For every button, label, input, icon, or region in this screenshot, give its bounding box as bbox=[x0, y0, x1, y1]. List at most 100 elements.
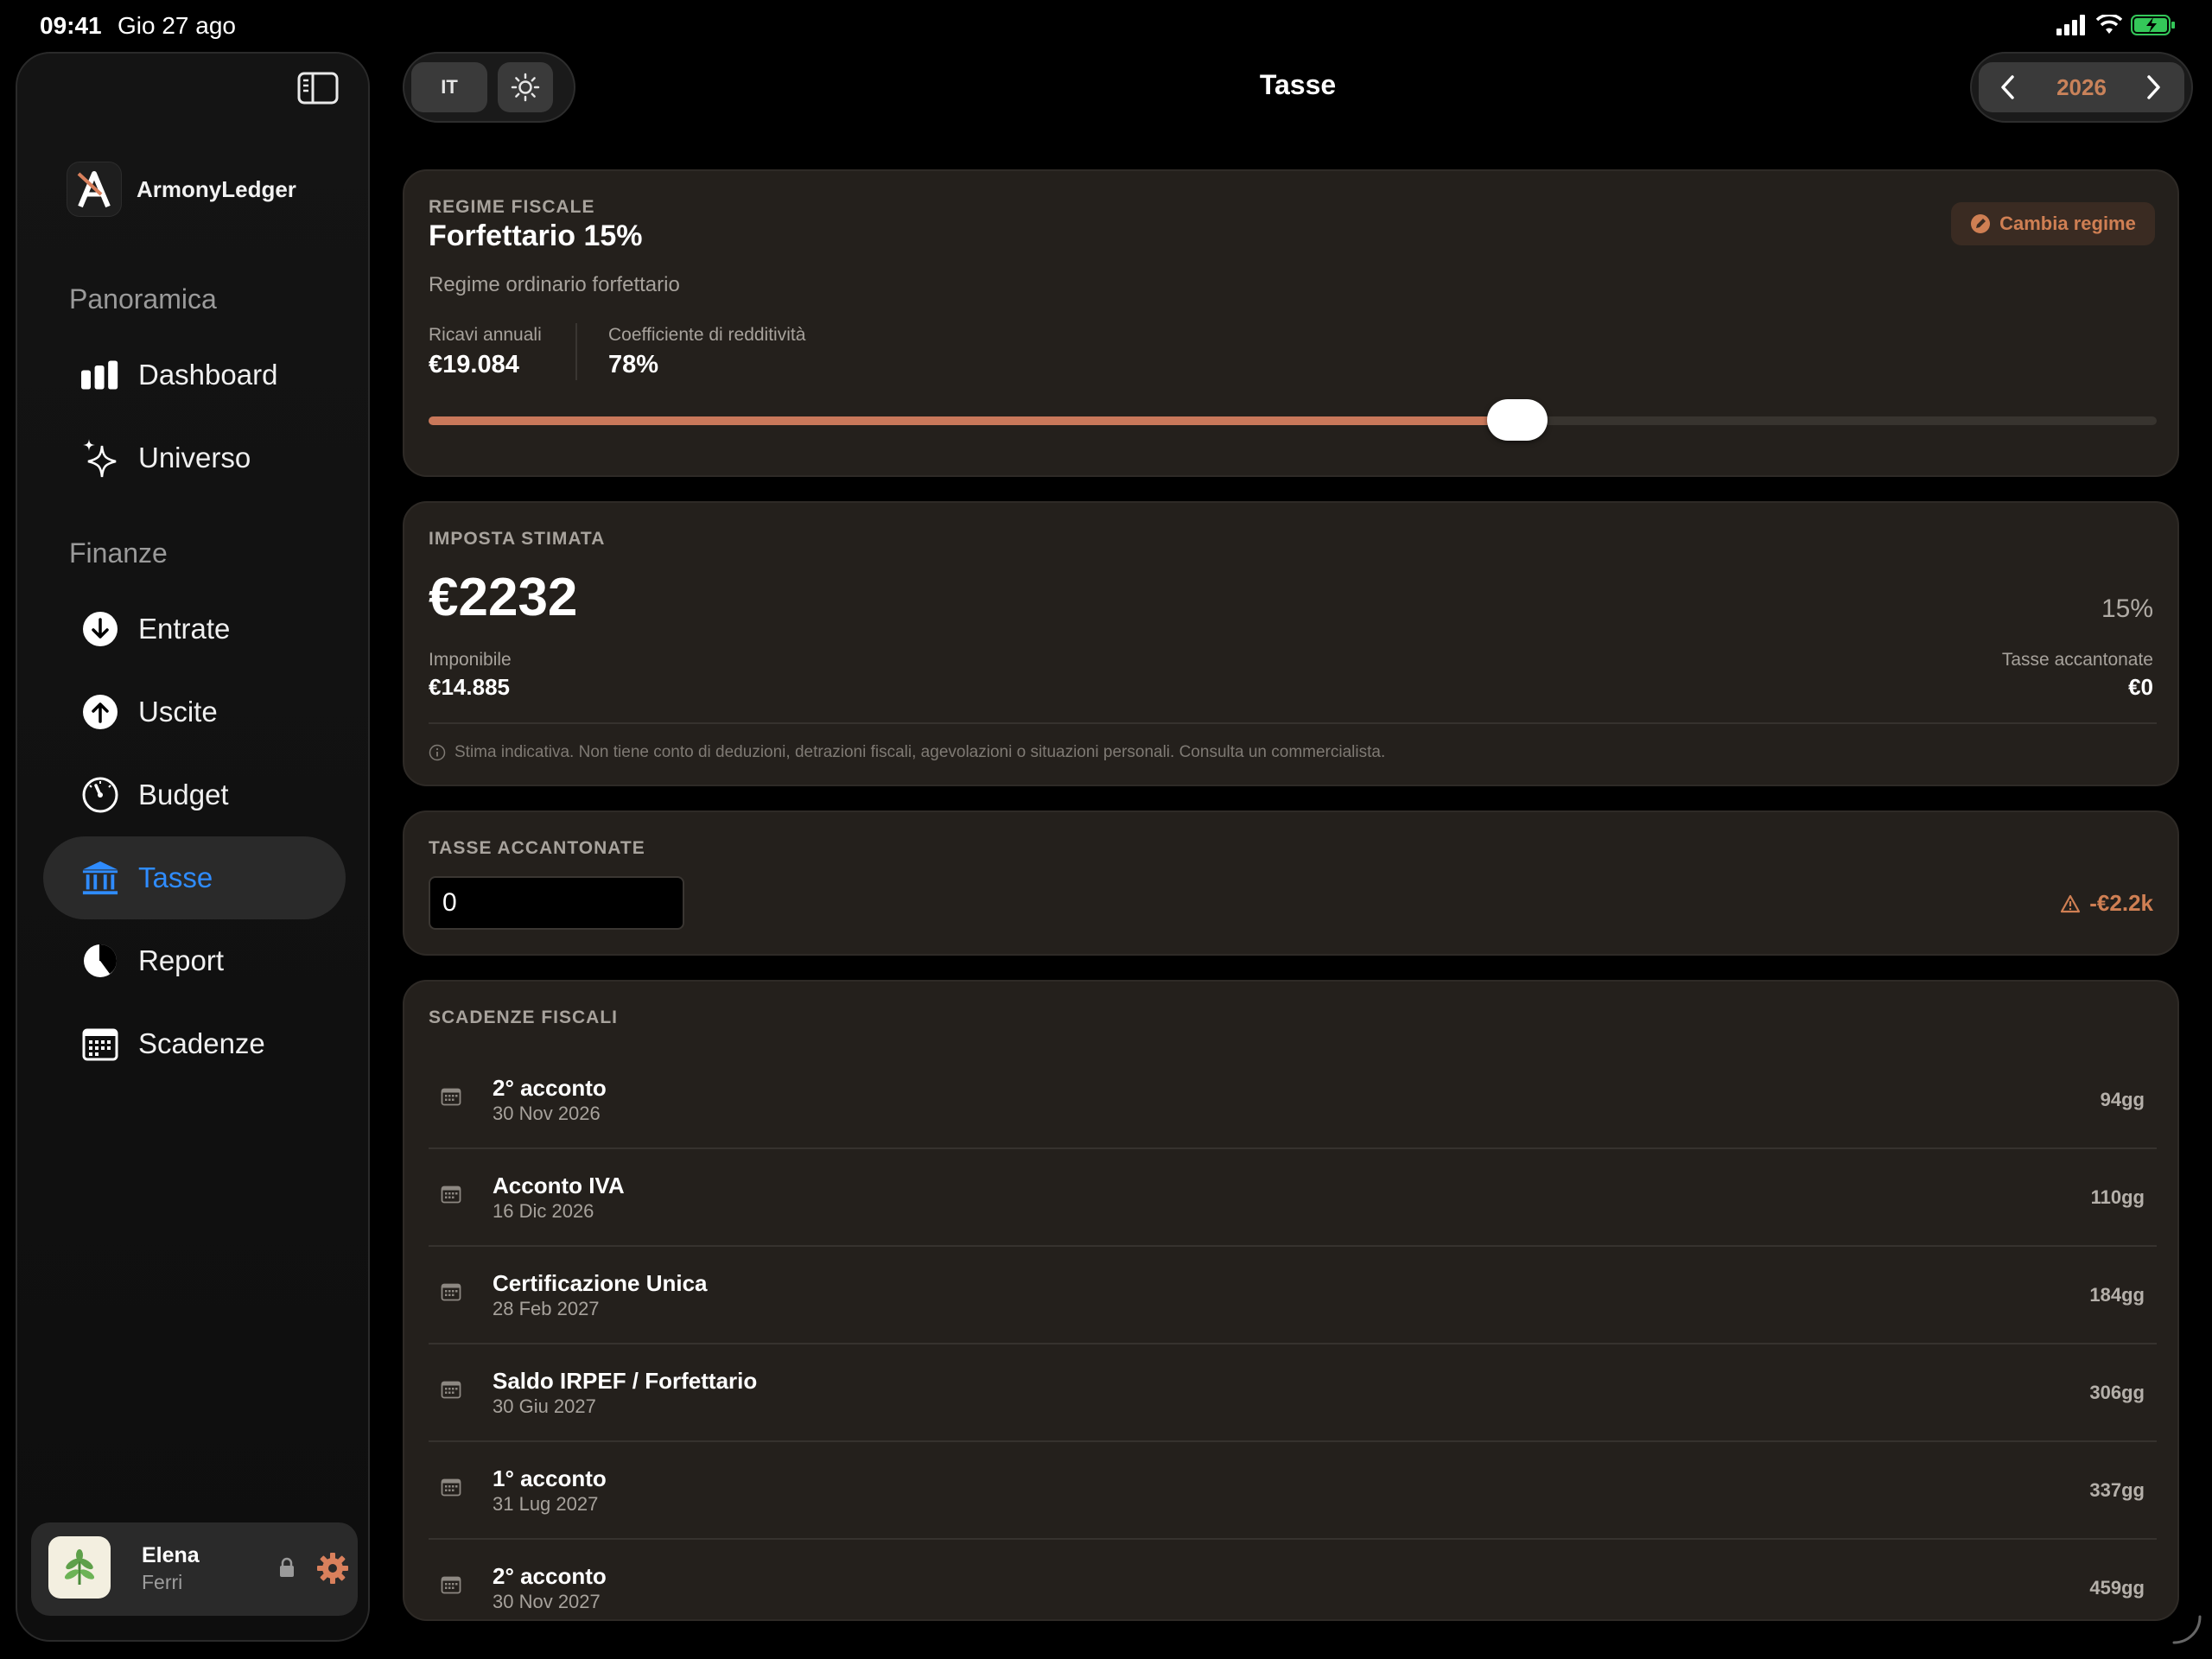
user-first-name: Elena bbox=[142, 1543, 200, 1567]
estimated-tax-amount: €2232 bbox=[429, 568, 578, 627]
next-year-button[interactable] bbox=[2145, 74, 2162, 105]
taxable-label: Imponibile bbox=[429, 650, 512, 670]
chevron-left-icon bbox=[2001, 75, 2014, 99]
revenue-slider-thumb[interactable] bbox=[1487, 399, 1548, 441]
deadline-date: 30 Nov 2027 bbox=[493, 1591, 601, 1612]
deadline-row[interactable]: Acconto IVA 16 Dic 2026 110gg bbox=[429, 1150, 2157, 1247]
regime-card: REGIME FISCALE Forfettario 15% Cambia re… bbox=[403, 169, 2179, 477]
bank-icon bbox=[81, 859, 119, 897]
sidebar-item-uscite[interactable]: Uscite bbox=[43, 671, 346, 753]
deadline-separator bbox=[429, 1147, 2157, 1149]
sidebar-item-label: Budget bbox=[138, 779, 229, 810]
sidebar-item-label: Entrate bbox=[138, 613, 231, 645]
sidebar-item-tasse[interactable]: Tasse bbox=[43, 836, 346, 919]
user-card[interactable]: Elena Ferri bbox=[31, 1522, 358, 1616]
arrow-up-circle-icon bbox=[81, 693, 119, 731]
deadline-date: 28 Feb 2027 bbox=[493, 1298, 600, 1319]
revenue-value: €19.084 bbox=[429, 351, 519, 378]
deadline-row[interactable]: 2° acconto 30 Nov 2027 459gg bbox=[429, 1541, 2157, 1637]
calendar-icon bbox=[441, 1282, 461, 1306]
saved-taxes-value: €0 bbox=[2128, 674, 2153, 700]
coefficient-label: Coefficiente di redditività bbox=[608, 325, 806, 345]
status-date: Gio 27 ago bbox=[118, 12, 236, 39]
tax-rate: 15% bbox=[2101, 594, 2153, 623]
revenue-slider-fill bbox=[429, 416, 1517, 425]
sun-icon bbox=[511, 73, 540, 102]
pencil-circle-icon bbox=[1971, 214, 1991, 233]
sidebar-item-label: Universo bbox=[138, 442, 251, 474]
change-regime-button[interactable]: Cambia regime bbox=[1951, 202, 2155, 245]
estimate-label: IMPOSTA STIMATA bbox=[429, 529, 606, 549]
estimate-divider bbox=[429, 722, 2157, 724]
deadline-days-remaining: 459gg bbox=[2089, 1577, 2145, 1599]
saved-taxes-card-label: TASSE ACCANTONATE bbox=[429, 838, 645, 858]
wifi-icon bbox=[2096, 15, 2122, 34]
sidebar-item-entrate[interactable]: Entrate bbox=[43, 588, 346, 671]
deadline-date: 16 Dic 2026 bbox=[493, 1200, 594, 1222]
deadline-row[interactable]: Saldo IRPEF / Forfettario 30 Giu 2027 306g… bbox=[429, 1345, 2157, 1442]
saved-taxes-input[interactable] bbox=[429, 876, 684, 930]
sidebar-item-label: Dashboard bbox=[138, 359, 278, 391]
estimate-card: IMPOSTA STIMATA €2232 15% Imponibile €14… bbox=[403, 501, 2179, 786]
sidebar-item-dashboard[interactable]: Dashboard bbox=[43, 334, 346, 416]
deadline-separator bbox=[429, 1245, 2157, 1247]
status-bar: 09:41 Gio 27 ago bbox=[0, 0, 2212, 52]
user-last-name: Ferri bbox=[142, 1571, 183, 1593]
calendar-icon bbox=[441, 1478, 461, 1501]
deadline-row[interactable]: 1° acconto 31 Lug 2027 337gg bbox=[429, 1443, 2157, 1540]
deadline-days-remaining: 94gg bbox=[2100, 1089, 2145, 1110]
deadline-date: 30 Nov 2026 bbox=[493, 1103, 601, 1124]
deadlines-label: SCADENZE FISCALI bbox=[429, 1007, 619, 1027]
revenue-label: Ricavi annuali bbox=[429, 325, 542, 345]
sidebar-toggle-button[interactable] bbox=[297, 71, 339, 105]
calendar-icon bbox=[441, 1380, 461, 1403]
calendar-icon bbox=[441, 1575, 461, 1599]
sidebar-item-label: Report bbox=[138, 944, 225, 976]
coefficient-value: 78% bbox=[608, 351, 659, 378]
disclaimer-text: Stima indicativa. Non tiene conto di ded… bbox=[454, 743, 1386, 761]
bar-chart-icon bbox=[81, 356, 119, 394]
lock-button[interactable] bbox=[278, 1557, 296, 1582]
deadline-row[interactable]: 2° acconto 30 Nov 2026 94gg bbox=[429, 1052, 2157, 1149]
brand[interactable]: ArmonyLedger bbox=[67, 162, 296, 216]
year-selector: 2026 bbox=[1970, 52, 2193, 123]
status-icons bbox=[2056, 14, 2176, 36]
theme-toggle-button[interactable] bbox=[498, 62, 553, 112]
brand-logo-icon bbox=[67, 162, 121, 216]
previous-year-button[interactable] bbox=[1999, 74, 2017, 105]
header-controls: IT bbox=[403, 52, 575, 123]
resize-handle[interactable] bbox=[2169, 1611, 2203, 1650]
deadline-separator bbox=[429, 1343, 2157, 1344]
revenue-slider[interactable] bbox=[429, 399, 2157, 441]
sidebar-item-scadenze[interactable]: Scadenze bbox=[43, 1002, 346, 1085]
sidebar-item-label: Uscite bbox=[138, 696, 218, 728]
deadline-days-remaining: 110gg bbox=[2090, 1186, 2145, 1208]
deadline-name: 2° acconto bbox=[493, 1563, 607, 1589]
deadline-name: Saldo IRPEF / Forfettario bbox=[493, 1368, 758, 1394]
gauge-icon bbox=[81, 776, 119, 814]
avatar bbox=[48, 1536, 111, 1599]
page-title: Tasse bbox=[1259, 69, 1337, 100]
language-button[interactable]: IT bbox=[411, 62, 487, 112]
nav-section-overview: Panoramica bbox=[69, 283, 217, 315]
info-icon bbox=[429, 744, 446, 761]
resize-corner-icon bbox=[2172, 1615, 2202, 1644]
deadline-separator bbox=[429, 1538, 2157, 1540]
sidebar-item-budget[interactable]: Budget bbox=[43, 753, 346, 836]
deadline-row[interactable]: Certificazione Unica 28 Feb 2027 184gg bbox=[429, 1248, 2157, 1344]
regime-title: Forfettario 15% bbox=[429, 219, 643, 252]
gear-icon bbox=[317, 1553, 348, 1584]
tax-gap-value: -€2.2k bbox=[2089, 890, 2153, 916]
status-time: 09:41 bbox=[40, 12, 102, 39]
sparkles-icon bbox=[81, 439, 119, 478]
tax-gap-warning: -€2.2k bbox=[2060, 890, 2153, 917]
battery-charging-icon bbox=[2131, 15, 2175, 35]
sidebar-item-report[interactable]: Report bbox=[43, 919, 346, 1002]
calendar-icon bbox=[441, 1185, 461, 1208]
current-year: 2026 bbox=[2056, 74, 2107, 100]
sidebar-item-universo[interactable]: Universo bbox=[43, 416, 346, 499]
lock-icon bbox=[280, 1557, 294, 1577]
settings-button[interactable] bbox=[316, 1552, 349, 1589]
arrow-down-circle-icon bbox=[81, 610, 119, 648]
sidebar: ArmonyLedger Panoramica Dashboard Univer… bbox=[16, 52, 370, 1642]
